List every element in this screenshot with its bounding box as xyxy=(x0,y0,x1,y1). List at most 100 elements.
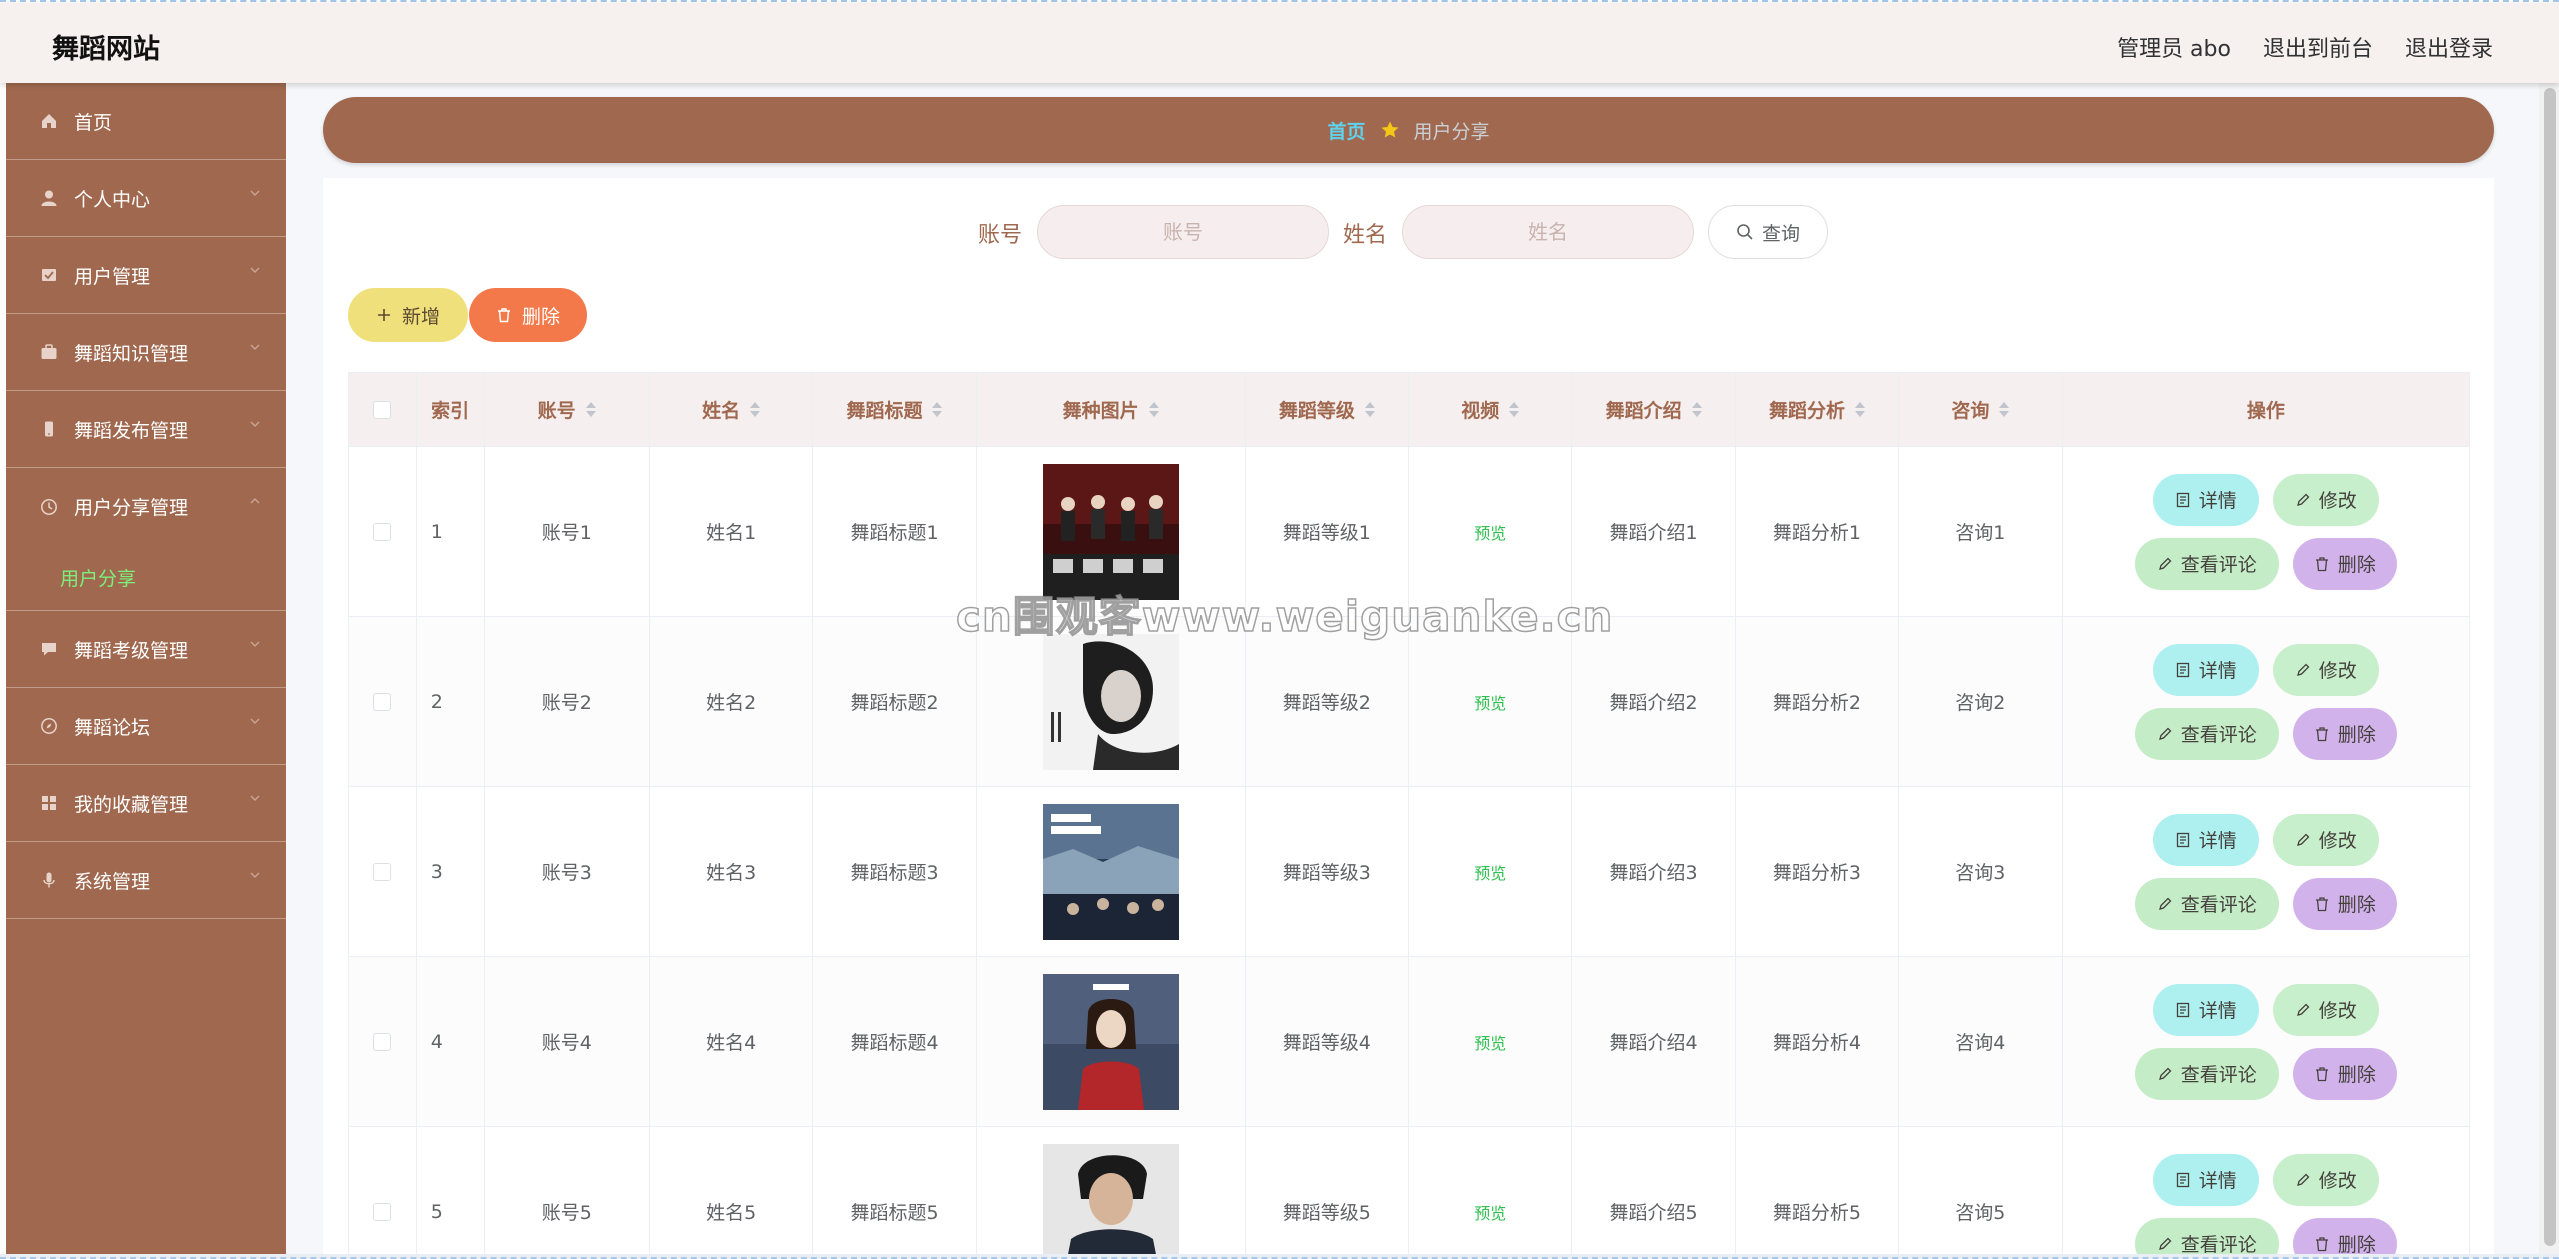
sidebar-item-dance-knowledge[interactable]: 舞蹈知识管理 xyxy=(6,314,286,391)
sort-icon[interactable] xyxy=(750,402,761,417)
sidebar-item-dance-forum[interactable]: 舞蹈论坛 xyxy=(6,688,286,765)
dance-thumbnail-image[interactable] xyxy=(1042,803,1179,940)
share-table: 索引 账号 姓名 舞蹈标题 舞种图片 舞蹈等级 视频 舞蹈介绍 舞蹈分析 咨询 … xyxy=(348,372,2470,1259)
briefcase-icon xyxy=(38,341,60,363)
edit-button[interactable]: 修改 xyxy=(2272,473,2379,526)
name-cell: 姓名4 xyxy=(650,957,814,1126)
exit-to-front-link[interactable]: 退出到前台 xyxy=(2263,31,2373,63)
video-preview-link[interactable]: 预览 xyxy=(1474,1030,1506,1054)
delete-button[interactable]: 删除 xyxy=(2292,707,2397,760)
image-cell xyxy=(977,1127,1246,1259)
column-header-account[interactable]: 账号 xyxy=(485,373,650,446)
column-header-name[interactable]: 姓名 xyxy=(650,373,814,446)
column-header-level[interactable]: 舞蹈等级 xyxy=(1246,373,1410,446)
column-header-actions: 操作 xyxy=(2063,373,2469,446)
account-search-input[interactable] xyxy=(1037,205,1329,259)
view-comments-button[interactable]: 查看评论 xyxy=(2134,1047,2279,1100)
sidebar-item-dance-publish[interactable]: 舞蹈发布管理 xyxy=(6,391,286,468)
sidebar-item-label: 用户分享管理 xyxy=(74,497,189,519)
breadcrumb-home[interactable]: 首页 xyxy=(1327,117,1365,144)
column-header-video[interactable]: 视频 xyxy=(1409,373,1573,446)
row-checkbox[interactable] xyxy=(373,1032,392,1051)
detail-button[interactable]: 详情 xyxy=(2152,643,2259,696)
sort-icon[interactable] xyxy=(1855,402,1866,417)
intro-cell: 舞蹈介绍1 xyxy=(1572,447,1736,616)
dance-thumbnail-image[interactable] xyxy=(1042,463,1179,600)
edit-button[interactable]: 修改 xyxy=(2272,643,2379,696)
video-preview-link[interactable]: 预览 xyxy=(1474,520,1506,544)
view-comments-button-label: 查看评论 xyxy=(2180,724,2257,746)
detail-button[interactable]: 详情 xyxy=(2152,1153,2259,1206)
sort-icon[interactable] xyxy=(1691,402,1702,417)
view-comments-button[interactable]: 查看评论 xyxy=(2134,877,2279,930)
column-header-title[interactable]: 舞蹈标题 xyxy=(813,373,977,446)
detail-button-label: 详情 xyxy=(2198,1170,2237,1192)
row-actions: 详情 修改 查看评论 删除 xyxy=(2134,643,2397,760)
sort-icon[interactable] xyxy=(1364,402,1375,417)
detail-button[interactable]: 详情 xyxy=(2152,473,2259,526)
pencil-icon xyxy=(2296,1173,2310,1186)
star-icon xyxy=(1381,121,1398,138)
name-search-input[interactable] xyxy=(1402,205,1694,259)
sort-icon[interactable] xyxy=(1509,402,1520,417)
sidebar-item-dance-grading[interactable]: 舞蹈考级管理 xyxy=(6,611,286,688)
edit-button[interactable]: 修改 xyxy=(2272,813,2379,866)
column-header-image[interactable]: 舞种图片 xyxy=(977,373,1246,446)
level-cell: 舞蹈等级3 xyxy=(1246,787,1410,956)
pencil-icon xyxy=(2158,557,2172,570)
image-cell xyxy=(977,787,1246,956)
sort-icon[interactable] xyxy=(932,402,943,417)
video-preview-link[interactable]: 预览 xyxy=(1474,860,1506,884)
column-label: 舞种图片 xyxy=(1062,400,1139,422)
video-preview-link[interactable]: 预览 xyxy=(1474,1200,1506,1224)
logout-link[interactable]: 退出登录 xyxy=(2405,31,2493,63)
column-header-index: 索引 xyxy=(417,373,485,446)
level-cell: 舞蹈等级5 xyxy=(1246,1127,1410,1259)
sidebar-item-system[interactable]: 系统管理 xyxy=(6,842,286,919)
select-all-checkbox[interactable] xyxy=(373,400,392,419)
sidebar-item-user-share[interactable]: 用户分享管理 xyxy=(6,468,286,545)
video-preview-link[interactable]: 预览 xyxy=(1474,690,1506,714)
detail-button[interactable]: 详情 xyxy=(2152,983,2259,1036)
view-comments-button-label: 查看评论 xyxy=(2180,894,2257,916)
edit-button[interactable]: 修改 xyxy=(2272,983,2379,1036)
row-checkbox[interactable] xyxy=(373,522,392,541)
sort-icon[interactable] xyxy=(585,402,596,417)
detail-button[interactable]: 详情 xyxy=(2152,813,2259,866)
column-header-analysis[interactable]: 舞蹈分析 xyxy=(1736,373,1900,446)
view-comments-button[interactable]: 查看评论 xyxy=(2134,707,2279,760)
row-select-cell xyxy=(349,957,417,1126)
chevron-down-icon xyxy=(250,641,260,647)
row-checkbox[interactable] xyxy=(373,862,392,881)
delete-button[interactable]: 删除 xyxy=(2292,1217,2397,1259)
query-button[interactable]: 查询 xyxy=(1708,205,1828,259)
dance-thumbnail-image[interactable] xyxy=(1042,973,1179,1110)
column-header-intro[interactable]: 舞蹈介绍 xyxy=(1572,373,1736,446)
sidebar-item-user-management[interactable]: 用户管理 xyxy=(6,237,286,314)
view-comments-button-label: 查看评论 xyxy=(2180,554,2257,576)
sort-icon[interactable] xyxy=(1148,402,1159,417)
view-comments-button[interactable]: 查看评论 xyxy=(2134,1217,2279,1259)
column-label: 索引 xyxy=(431,400,470,422)
scrollbar-thumb[interactable] xyxy=(2544,88,2556,1246)
sidebar-subitem-user-share[interactable]: 用户分享 xyxy=(6,545,286,611)
delete-button[interactable]: 删除 xyxy=(2292,877,2397,930)
pencil-icon xyxy=(2158,727,2172,740)
column-header-consult[interactable]: 咨询 xyxy=(1899,373,2063,446)
dance-thumbnail-image[interactable] xyxy=(1042,633,1179,770)
delete-button[interactable]: 删除 xyxy=(2292,537,2397,590)
row-actions: 详情 修改 查看评论 删除 xyxy=(2134,983,2397,1100)
view-comments-button[interactable]: 查看评论 xyxy=(2134,537,2279,590)
analysis-cell: 舞蹈分析4 xyxy=(1736,957,1900,1126)
edit-button[interactable]: 修改 xyxy=(2272,1153,2379,1206)
add-button[interactable]: 新增 xyxy=(348,288,468,342)
sidebar-item-home[interactable]: 首页 xyxy=(6,83,286,160)
sidebar-item-favorites[interactable]: 我的收藏管理 xyxy=(6,765,286,842)
row-checkbox[interactable] xyxy=(373,692,392,711)
delete-button[interactable]: 删除 xyxy=(2292,1047,2397,1100)
dance-thumbnail-image[interactable] xyxy=(1042,1143,1179,1259)
sidebar-item-personal-center[interactable]: 个人中心 xyxy=(6,160,286,237)
bulk-delete-button[interactable]: 删除 xyxy=(469,288,587,342)
sort-icon[interactable] xyxy=(1999,402,2010,417)
row-checkbox[interactable] xyxy=(373,1202,392,1221)
